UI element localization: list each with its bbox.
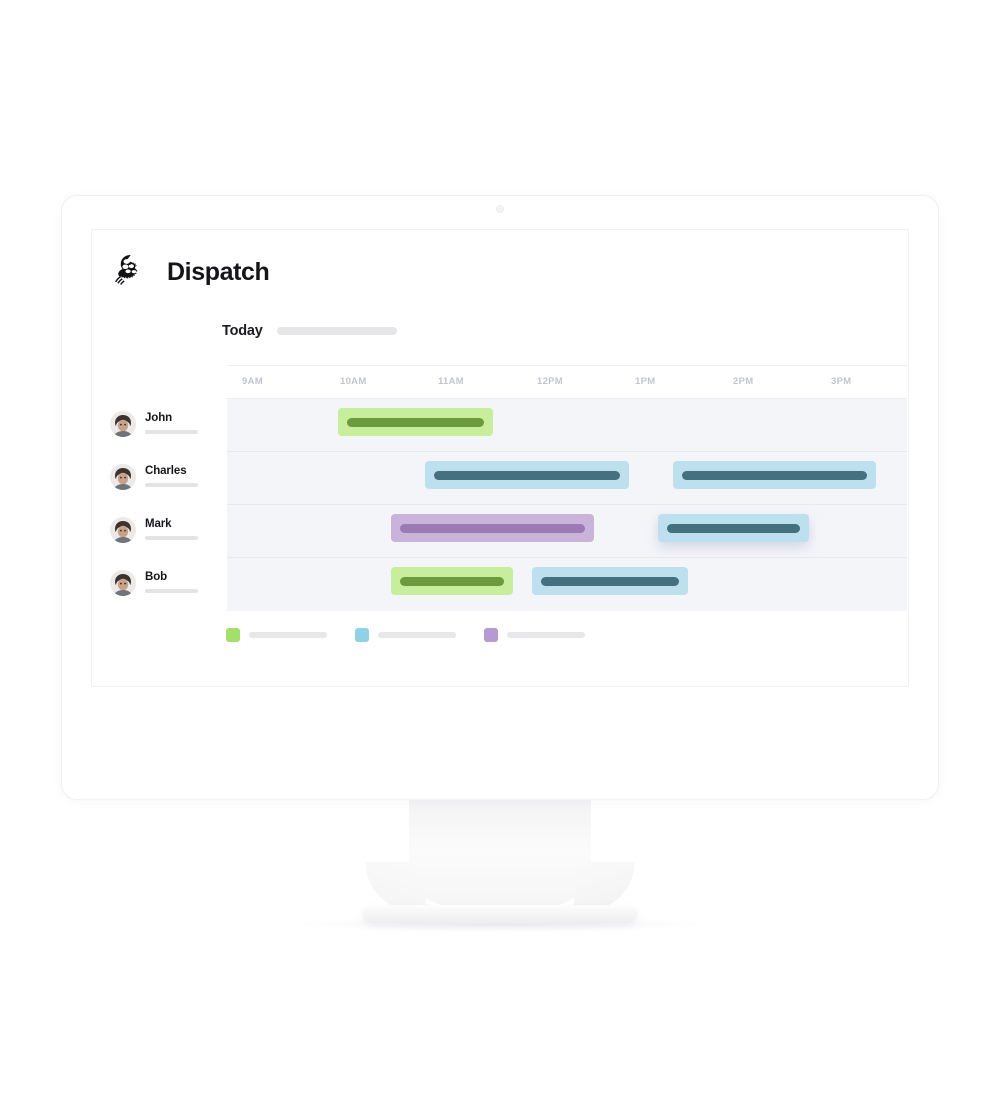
today-label: Today xyxy=(222,323,263,339)
legend-item-3[interactable] xyxy=(484,628,585,642)
timeline: 9AM 10AM 11AM 12PM 1PM 2PM 3PM xyxy=(227,365,907,611)
task-bar-label-placeholder xyxy=(400,523,585,533)
legend-label-placeholder-3 xyxy=(507,632,585,638)
monitor-stand-flare-right xyxy=(574,862,634,910)
person-placeholder-bar xyxy=(145,535,198,540)
legend-swatch-2 xyxy=(355,628,369,642)
app-header: Dispatch xyxy=(111,251,270,293)
person-meta: Bob xyxy=(145,572,198,593)
time-tick-9am: 9AM xyxy=(242,376,263,387)
person-row-charles[interactable]: Charles xyxy=(110,450,222,503)
person-name: Charles xyxy=(145,465,187,478)
person-name: Bob xyxy=(145,571,168,584)
person-row-bob[interactable]: Bob xyxy=(110,556,222,609)
app-screen: Dispatch Today John Charles Mark Bob 9AM 10A… xyxy=(91,229,909,687)
time-tick-3pm: 3PM xyxy=(831,376,852,387)
timeline-rows xyxy=(227,399,907,611)
person-meta: Charles xyxy=(145,466,198,487)
task-bar-john-1[interactable] xyxy=(338,408,493,436)
task-bar-label-placeholder xyxy=(541,576,679,586)
task-bar-charles-1[interactable] xyxy=(425,461,629,489)
task-bar-bob-2[interactable] xyxy=(532,567,688,595)
legend-item-2[interactable] xyxy=(355,628,456,642)
legend-swatch-3 xyxy=(484,628,498,642)
time-tick-10am: 10AM xyxy=(340,376,367,387)
today-row: Today xyxy=(222,323,397,339)
time-tick-12pm: 12PM xyxy=(537,376,564,387)
person-meta: John xyxy=(145,413,198,434)
people-column: John Charles Mark Bob xyxy=(110,397,222,609)
person-placeholder-bar xyxy=(145,588,198,593)
timeline-row-mark[interactable] xyxy=(227,505,907,558)
task-bar-bob-1[interactable] xyxy=(391,567,513,595)
monitor-stand-flare-left xyxy=(366,862,426,910)
time-tick-2pm: 2PM xyxy=(733,376,754,387)
monitor-stand-base xyxy=(363,905,637,923)
task-bar-charles-2[interactable] xyxy=(673,461,876,489)
avatar-bob xyxy=(110,569,136,596)
timeline-row-bob[interactable] xyxy=(227,558,907,611)
task-bar-label-placeholder xyxy=(400,576,504,586)
monitor-camera-icon xyxy=(496,205,504,213)
task-bar-label-placeholder xyxy=(682,470,867,480)
time-tick-1pm: 1PM xyxy=(635,376,656,387)
today-placeholder-bar xyxy=(276,327,397,335)
person-row-mark[interactable]: Mark xyxy=(110,503,222,556)
person-name: Mark xyxy=(145,518,172,531)
monitor-stand-neck xyxy=(409,799,591,906)
avatar-mark xyxy=(110,516,136,543)
app-title: Dispatch xyxy=(167,257,270,286)
avatar-charles xyxy=(110,463,136,490)
legend xyxy=(226,628,585,642)
task-bar-mark-2[interactable] xyxy=(658,514,809,542)
legend-swatch-1 xyxy=(226,628,240,642)
avatar-john xyxy=(110,410,136,437)
legend-label-placeholder-2 xyxy=(378,632,456,638)
task-bar-label-placeholder xyxy=(434,470,620,480)
person-placeholder-bar xyxy=(145,429,198,434)
legend-item-1[interactable] xyxy=(226,628,327,642)
legend-label-placeholder-1 xyxy=(249,632,327,638)
person-row-john[interactable]: John xyxy=(110,397,222,450)
person-name: John xyxy=(145,412,173,425)
eagle-head-logo-icon xyxy=(114,254,142,285)
timeline-row-charles[interactable] xyxy=(227,452,907,505)
timeline-row-john[interactable] xyxy=(227,399,907,452)
task-bar-mark-1[interactable] xyxy=(391,514,594,542)
person-meta: Mark xyxy=(145,519,198,540)
time-tick-11am: 11AM xyxy=(438,376,465,387)
monitor-scene: Dispatch Today John Charles Mark Bob 9AM 10A… xyxy=(0,0,1000,1118)
task-bar-label-placeholder xyxy=(667,523,800,533)
task-bar-label-placeholder xyxy=(347,417,484,427)
timeline-header: 9AM 10AM 11AM 12PM 1PM 2PM 3PM xyxy=(227,365,907,399)
person-placeholder-bar xyxy=(145,482,198,487)
